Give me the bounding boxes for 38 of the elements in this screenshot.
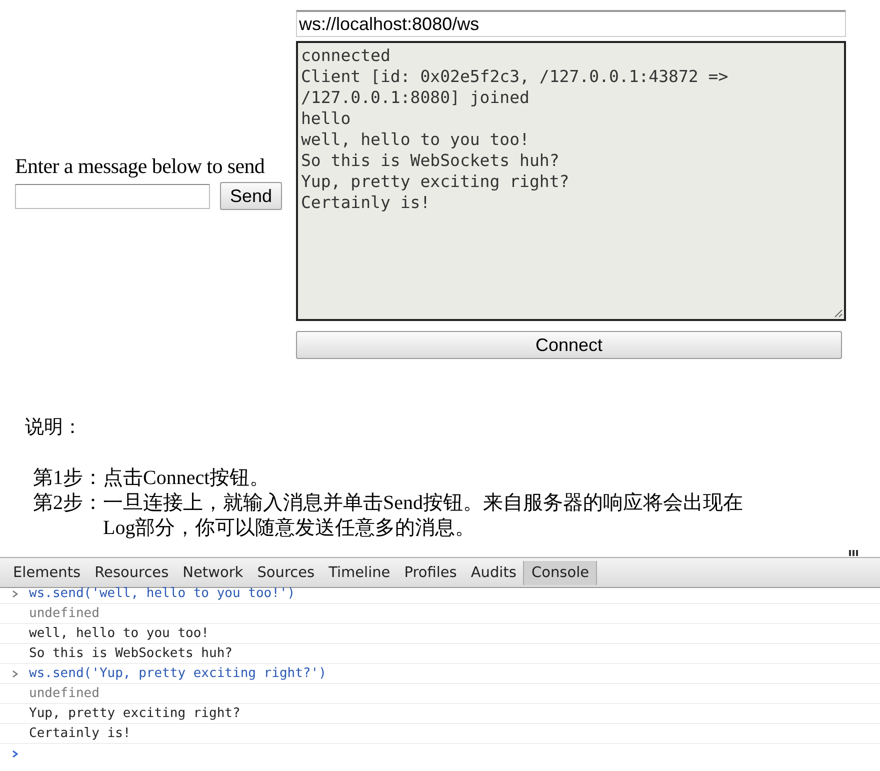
message-input[interactable] bbox=[15, 184, 210, 208]
log-line: well, hello to you too! bbox=[301, 129, 530, 150]
step-label: 第2步： bbox=[33, 491, 103, 516]
console-line: ws.send('well, hello to you too!') bbox=[29, 586, 296, 601]
connect-button[interactable]: Connect bbox=[296, 331, 842, 359]
resize-grip-icon[interactable] bbox=[834, 309, 843, 318]
log-line: connected bbox=[301, 45, 392, 66]
prompt-chevron-icon bbox=[12, 670, 18, 678]
notes-heading: 说明： bbox=[25, 415, 83, 440]
log-line: hello bbox=[301, 108, 352, 129]
log-line: Certainly is! bbox=[301, 192, 432, 213]
devtools-tab[interactable]: Sources bbox=[250, 560, 322, 584]
console-line: Yup, pretty exciting right? bbox=[29, 706, 240, 721]
url-field[interactable]: ws://localhost:8080/ws bbox=[296, 10, 846, 37]
console-line: ws.send('Yup, pretty exciting right?') bbox=[29, 666, 326, 681]
dock-icon[interactable] bbox=[849, 550, 858, 556]
step-text: 点击Connect按钮。 bbox=[103, 466, 271, 491]
console-line: So this is WebSockets huh? bbox=[29, 646, 232, 661]
console-line: undefined bbox=[29, 686, 100, 701]
console-line: undefined bbox=[29, 606, 100, 621]
devtools-tab[interactable]: Network bbox=[176, 560, 250, 584]
step-text: 一旦连接上，就输入消息并单击Send按钮。来自服务器的响应将会出现在Log部分，你可以随意发送任意多的消息。 bbox=[103, 491, 744, 541]
log-area[interactable]: connected Client [id: 0x02e5f2c3, /127.0.0.1:43872 => /127.0.0.1:8080] joined hello well, hello to you too! So this is WebSockets huh? Yup, pretty exciting right? Certainly is! bbox=[296, 41, 846, 321]
log-line: So this is WebSockets huh? bbox=[301, 150, 560, 171]
console-line: well, hello to you too! bbox=[29, 626, 210, 641]
prompt-label: Enter a message below to send bbox=[15, 154, 266, 179]
devtools-tab[interactable]: Elements bbox=[6, 560, 88, 584]
step-label: 第1步： bbox=[33, 466, 103, 491]
devtools-tab[interactable]: Console bbox=[523, 560, 598, 584]
prompt-chevron-icon bbox=[12, 590, 18, 598]
devtools-tab[interactable]: Timeline bbox=[322, 560, 398, 584]
devtools-tab[interactable]: Audits bbox=[464, 560, 524, 584]
devtools-tab[interactable]: Profiles bbox=[397, 560, 464, 584]
devtools-tab[interactable]: Resources bbox=[88, 560, 176, 584]
prompt-chevron-icon[interactable] bbox=[12, 750, 18, 758]
log-line: Yup, pretty exciting right? bbox=[301, 171, 570, 192]
console-line: Certainly is! bbox=[29, 726, 131, 741]
send-button[interactable]: Send bbox=[220, 182, 282, 210]
